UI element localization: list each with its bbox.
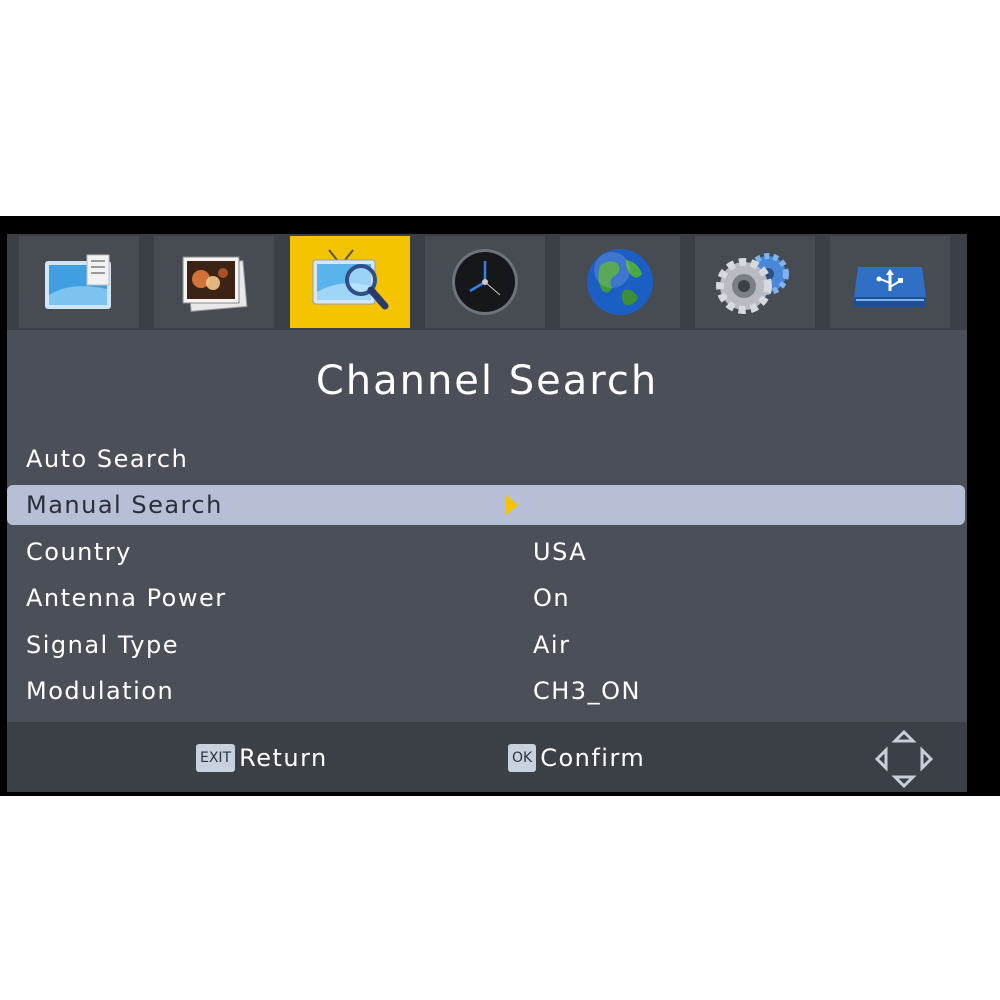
menu-item-label: Country bbox=[26, 538, 132, 566]
gears-icon bbox=[716, 253, 789, 314]
arrow-right-icon bbox=[505, 494, 518, 516]
page-title: Channel Search bbox=[315, 358, 659, 404]
tab-system[interactable] bbox=[695, 236, 815, 328]
menu-item-manual-search[interactable]: Manual Search bbox=[7, 485, 965, 525]
tab-time[interactable] bbox=[425, 236, 545, 328]
menu-tab-bar bbox=[7, 234, 967, 330]
menu-item-label: Signal Type bbox=[26, 631, 179, 659]
tv-search-icon bbox=[312, 249, 389, 310]
dpad-navigation-icon bbox=[874, 729, 934, 789]
tab-usb[interactable] bbox=[830, 236, 950, 328]
exit-key-icon: EXIT bbox=[196, 744, 236, 772]
menu-item-value: On bbox=[533, 584, 571, 612]
menu-item-value: CH3_ON bbox=[533, 677, 641, 705]
ok-hint-label: Confirm bbox=[540, 744, 646, 772]
menu-item-label: Antenna Power bbox=[26, 584, 227, 612]
globe-icon bbox=[587, 249, 653, 315]
menu-item-label: Modulation bbox=[26, 677, 175, 705]
menu-item-country[interactable]: Country USA bbox=[7, 532, 967, 572]
help-bar: EXIT Return OK Confirm bbox=[7, 722, 967, 792]
menu-item-modulation[interactable]: Modulation CH3_ON bbox=[7, 671, 967, 711]
menu-screen: Channel Search Auto Search Manual Search… bbox=[7, 234, 967, 792]
tab-channel-search[interactable] bbox=[290, 236, 410, 328]
usb-drive-icon bbox=[854, 267, 926, 307]
tab-picture[interactable] bbox=[154, 236, 274, 328]
exit-hint-label: Return bbox=[239, 744, 328, 772]
menu-item-antenna-power[interactable]: Antenna Power On bbox=[7, 578, 967, 618]
tv-frame: Channel Search Auto Search Manual Search… bbox=[0, 216, 1000, 796]
ok-key-icon: OK bbox=[508, 744, 537, 772]
menu-item-auto-search[interactable]: Auto Search bbox=[7, 439, 967, 479]
clock-icon bbox=[452, 249, 518, 315]
ok-hint[interactable]: OK Confirm bbox=[508, 744, 645, 772]
exit-hint[interactable]: EXIT Return bbox=[196, 744, 328, 772]
menu-item-value: Air bbox=[533, 631, 571, 659]
tab-language[interactable] bbox=[560, 236, 680, 328]
menu-item-label: Manual Search bbox=[26, 491, 223, 519]
menu-item-value: USA bbox=[533, 538, 588, 566]
tab-program[interactable] bbox=[19, 236, 139, 328]
tv-list-icon bbox=[45, 254, 111, 309]
menu-item-signal-type[interactable]: Signal Type Air bbox=[7, 625, 967, 665]
photo-icon bbox=[182, 256, 248, 312]
menu-item-label: Auto Search bbox=[26, 445, 189, 473]
